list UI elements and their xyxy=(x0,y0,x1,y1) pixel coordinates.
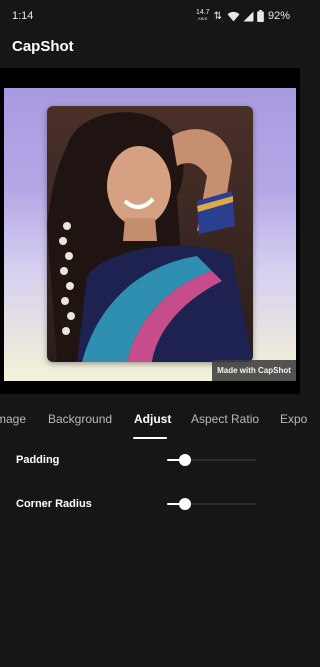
corner-radius-slider[interactable] xyxy=(167,498,256,510)
data-activity-icon: ⇅ xyxy=(213,10,222,22)
tab-image[interactable]: mage xyxy=(0,412,26,426)
editor-tabs: mage Background Adjust Aspect Ratio Expo xyxy=(0,402,307,439)
active-tab-indicator xyxy=(133,437,167,439)
network-speed-unit: KB/S xyxy=(198,16,208,21)
padding-slider[interactable] xyxy=(167,454,256,466)
signal-icon xyxy=(243,11,254,21)
corner-radius-label: Corner Radius xyxy=(16,498,92,510)
network-speed: 14.7 KB/S xyxy=(196,9,210,22)
padding-slider-thumb[interactable] xyxy=(179,454,191,466)
status-bar: 1:14 14.7 KB/S ⇅ 92% xyxy=(0,0,300,30)
screenshot-photo[interactable] xyxy=(47,106,253,362)
watermark-label: Made with CapShot xyxy=(212,360,296,381)
status-icons: 14.7 KB/S ⇅ 92% xyxy=(196,8,290,24)
tab-export[interactable]: Expo xyxy=(280,412,307,426)
battery-icon xyxy=(257,10,264,22)
app-title: CapShot xyxy=(12,38,74,55)
app-bar: CapShot xyxy=(0,30,300,66)
tab-aspect-ratio[interactable]: Aspect Ratio xyxy=(191,412,259,426)
wifi-icon xyxy=(227,11,240,21)
tab-background[interactable]: Background xyxy=(48,412,112,426)
padding-label: Padding xyxy=(16,454,60,466)
tab-adjust[interactable]: Adjust xyxy=(134,412,171,426)
photo-illustration xyxy=(47,112,253,362)
status-time: 1:14 xyxy=(12,10,34,22)
corner-radius-slider-thumb[interactable] xyxy=(179,498,191,510)
battery-percent: 92% xyxy=(267,10,290,22)
